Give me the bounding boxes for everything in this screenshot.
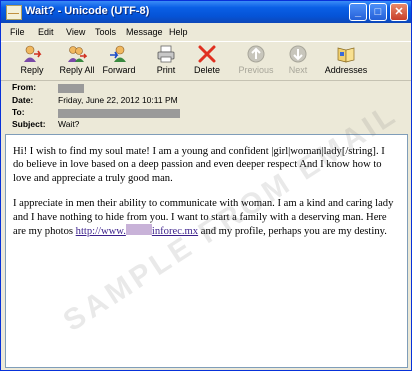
message-headers: From: Date: Friday, June 22, 2012 10:11 … (1, 80, 411, 132)
menu-edit[interactable]: Edit (38, 27, 54, 37)
maximize-button[interactable]: □ (369, 3, 387, 21)
paragraph-2: I appreciate in men their ability to com… (13, 197, 397, 238)
reply-button[interactable]: Reply (15, 42, 49, 78)
paragraph-2-end: and my profile, perhaps you are my desti… (198, 226, 387, 238)
message-body[interactable]: Hi! I wish to find my soul mate! I am a … (5, 134, 408, 368)
previous-button[interactable]: Previous (237, 42, 275, 78)
date-label: Date: (12, 95, 34, 105)
subject-value: Wait? (58, 119, 80, 129)
delete-label: Delete (193, 65, 220, 75)
addresses-label: Addresses (324, 65, 368, 75)
paragraph-1: Hi! I wish to find my soul mate! I am a … (13, 146, 385, 184)
toolbar: Reply Reply All Forward Print Delete Pre… (1, 41, 411, 81)
reply-all-icon (67, 44, 88, 64)
forward-icon (109, 44, 129, 64)
menu-tools[interactable]: Tools (95, 27, 116, 37)
close-button[interactable]: ✕ (390, 3, 408, 21)
down-arrow-icon (288, 44, 308, 64)
delete-button[interactable]: Delete (191, 42, 223, 78)
window-title: Wait? - Unicode (UTF-8) (25, 5, 150, 17)
link-end: inforec.mx (151, 226, 199, 238)
link-redacted (125, 224, 152, 236)
forward-label: Forward (102, 65, 136, 75)
title-bar[interactable]: Wait? - Unicode (UTF-8) _ □ ✕ (1, 1, 411, 23)
menu-view[interactable]: View (66, 27, 85, 37)
reply-icon (22, 44, 42, 64)
reply-all-button[interactable]: Reply All (57, 42, 97, 78)
menu-file[interactable]: File (10, 27, 25, 37)
profile-link[interactable]: http://www. inforec.mx (75, 224, 199, 238)
menu-help[interactable]: Help (169, 27, 188, 37)
previous-label: Previous (238, 65, 274, 75)
reply-label: Reply (20, 65, 44, 75)
printer-icon (156, 44, 176, 64)
to-label: To: (12, 107, 25, 117)
forward-button[interactable]: Forward (100, 42, 138, 78)
reply-all-label: Reply All (59, 65, 95, 75)
to-value-redacted (58, 108, 180, 119)
envelope-icon (6, 5, 22, 20)
date-value: Friday, June 22, 2012 10:11 PM (58, 95, 178, 105)
menu-message[interactable]: Message (126, 27, 163, 37)
from-label: From: (12, 82, 37, 92)
message-text: Hi! I wish to find my soul mate! I am a … (13, 145, 397, 250)
next-label: Next (288, 65, 308, 75)
subject-label: Subject: (12, 119, 46, 129)
link-start: http://www. (75, 226, 126, 238)
up-arrow-icon (246, 44, 266, 64)
from-value-redacted (58, 83, 84, 94)
address-book-icon (336, 44, 356, 64)
minimize-button[interactable]: _ (349, 3, 367, 21)
menu-bar: File Edit View Tools Message Help (1, 23, 411, 41)
addresses-button[interactable]: Addresses (323, 42, 369, 78)
delete-x-icon (197, 44, 217, 64)
email-window: Wait? - Unicode (UTF-8) _ □ ✕ File Edit … (0, 0, 412, 371)
next-button[interactable]: Next (285, 42, 311, 78)
print-button[interactable]: Print (151, 42, 181, 78)
print-label: Print (156, 65, 176, 75)
